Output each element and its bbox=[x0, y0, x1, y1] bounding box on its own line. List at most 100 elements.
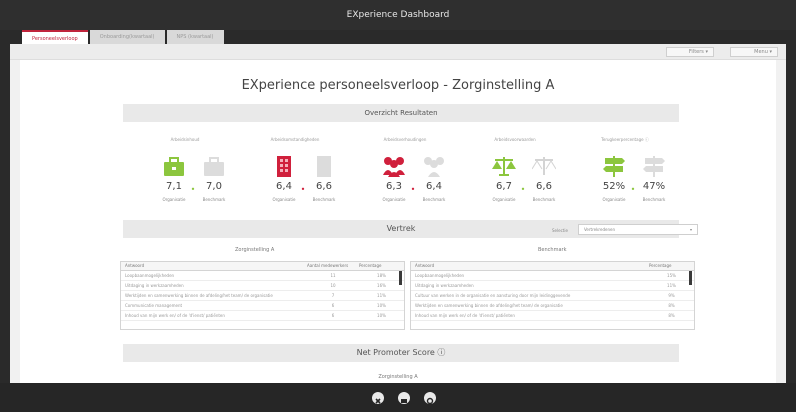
table-cell: 15% bbox=[667, 273, 676, 278]
left-table-title: Zorginstelling A bbox=[235, 247, 275, 253]
table-cell: Loopbaanmogelijkheden bbox=[415, 273, 465, 278]
table-cell: Loopbaanmogelijkheden bbox=[125, 273, 175, 278]
org-caption: Organisatie bbox=[382, 197, 406, 202]
table-row: Inhoud van mijn werk en/ of de 'd'ienst/… bbox=[121, 311, 404, 321]
table-scrollbar[interactable] bbox=[689, 271, 692, 285]
report-topbar: Filters ▾ Menu ▾ bbox=[10, 44, 786, 60]
menu-button[interactable]: Menu ▾ bbox=[730, 47, 778, 57]
kpi-label: Terugkeerpercentage ⓘ bbox=[601, 137, 649, 142]
table-cell: 6 bbox=[331, 313, 335, 318]
table-row: Communicatie management 6 10% bbox=[121, 301, 404, 311]
kpi-terugkeerpercentage: Terugkeerpercentage ⓘ 52% • 47% Organisa… bbox=[570, 137, 680, 212]
table-cell: 6 bbox=[331, 303, 335, 308]
table-scrollbar[interactable] bbox=[399, 271, 402, 285]
table-row: Werktijden en samenwerking binnen de afd… bbox=[411, 301, 694, 311]
right-table: Antwoord Percentage Loopbaanmogelijkhede… bbox=[410, 261, 695, 330]
kpi-label: Arbeidsvoorwaarden bbox=[494, 137, 536, 142]
people-benchmark-icon bbox=[424, 157, 444, 177]
player-footer bbox=[0, 383, 796, 412]
building-benchmark-icon bbox=[317, 156, 331, 177]
column-header: Antwoord bbox=[125, 263, 145, 268]
settings-icon[interactable] bbox=[424, 392, 436, 405]
building-icon bbox=[277, 156, 291, 177]
overview-header: Overzicht Resultaten bbox=[123, 104, 679, 122]
table-row: Inhoud van mijn werk en/ of de 'd'ienst/… bbox=[411, 311, 694, 321]
scales-benchmark-icon bbox=[532, 157, 556, 175]
scales-icon bbox=[492, 157, 516, 176]
kpi-arbeidsverhoudingen: Arbeidsverhoudingen 6,3 • 6,4 Organisati… bbox=[350, 137, 460, 212]
nps-header: Net Promoter Score ⓘ bbox=[123, 344, 679, 362]
vertrek-select-label: Selectie bbox=[552, 228, 568, 233]
table-cell: Cultuur van werken in de organisatie en … bbox=[415, 293, 571, 298]
org-caption: Organisatie bbox=[272, 197, 296, 202]
vertrek-select-value: Vertrekredenen bbox=[584, 227, 615, 232]
table-cell: 7 bbox=[331, 293, 335, 298]
tab-nps[interactable]: NPS (kwartaal) bbox=[166, 30, 224, 44]
table-row: Cultuur van werken in de organisatie en … bbox=[411, 291, 694, 301]
column-header: Percentage bbox=[359, 263, 382, 268]
table-header-row: Antwoord Aantal medewerkers Percentage bbox=[121, 262, 404, 271]
report-page: Filters ▾ Menu ▾ EXperience personeelsve… bbox=[10, 44, 786, 383]
table-cell: Uitdaging in werkzaamheden bbox=[415, 283, 474, 288]
chevron-down-icon: ▾ bbox=[689, 227, 692, 232]
table-row: Werktijden en samenwerking binnen de afd… bbox=[121, 291, 404, 301]
table-cell: Uitdaging in werkzaamheden bbox=[125, 283, 184, 288]
window-titlebar: EXperience Dashboard bbox=[0, 0, 796, 30]
table-row: Loopbaanmogelijkheden 11 18% bbox=[121, 271, 404, 281]
table-cell: Inhoud van mijn werk en/ of de 'd'ienst/… bbox=[415, 313, 515, 318]
close-icon[interactable] bbox=[372, 392, 384, 404]
kpi-arbeidsomstandigheden: Arbeidsomstandigheden 6,4 • 6,6 Organisa… bbox=[240, 137, 350, 212]
table-cell: 9% bbox=[668, 293, 675, 298]
org-caption: Organisatie bbox=[602, 197, 626, 202]
bench-caption: Benchmark bbox=[532, 197, 556, 202]
bench-caption: Benchmark bbox=[312, 197, 336, 202]
table-row: Loopbaanmogelijkheden 15% bbox=[411, 271, 694, 281]
table-cell: Communicatie management bbox=[125, 303, 183, 308]
table-cell: 8% bbox=[668, 303, 675, 308]
briefcase-icon bbox=[164, 157, 184, 176]
fullscreen-icon[interactable] bbox=[398, 392, 410, 404]
kpi-arbeidsvoorwaarden: Arbeidsvoorwaarden 6,7 • 6,6 Organisatie… bbox=[460, 137, 570, 212]
report-tabs: Personeelsverloop Onboarding(kwartaal) N… bbox=[22, 30, 226, 44]
bench-caption: Benchmark bbox=[422, 197, 446, 202]
table-cell: 10% bbox=[377, 313, 386, 318]
table-cell: 11% bbox=[377, 293, 386, 298]
column-header: Percentage bbox=[649, 263, 672, 268]
table-row: Uitdaging in werkzaamheden 10 16% bbox=[121, 281, 404, 291]
window-title: EXperience Dashboard bbox=[346, 10, 450, 20]
bench-value: 7,0 bbox=[206, 181, 222, 192]
kpi-label: Arbeidsverhoudingen bbox=[383, 137, 427, 142]
table-row: Uitdaging in werkzaamheden 11% bbox=[411, 281, 694, 291]
table-cell: 16% bbox=[377, 283, 386, 288]
org-caption: Organisatie bbox=[162, 197, 186, 202]
kpi-label: Arbeidsomstandigheden bbox=[270, 137, 320, 142]
table-header-row: Antwoord Percentage bbox=[411, 262, 694, 271]
signpost-benchmark-icon bbox=[643, 156, 665, 177]
table-cell: Werktijden en samenwerking binnen de afd… bbox=[125, 293, 273, 298]
table-cell: 11 bbox=[330, 273, 336, 278]
table-cell: Inhoud van mijn werk en/ of de 'd'ienst/… bbox=[125, 313, 225, 318]
right-table-title: Benchmark bbox=[538, 247, 567, 253]
kpi-label: Arbeidsinhoud bbox=[170, 137, 200, 142]
table-cell: 11% bbox=[667, 283, 676, 288]
tab-onboarding[interactable]: Onboarding(kwartaal) bbox=[89, 30, 165, 44]
column-header: Antwoord bbox=[415, 263, 435, 268]
bench-caption: Benchmark bbox=[642, 197, 666, 202]
bench-value: 47% bbox=[642, 181, 666, 192]
briefcase-benchmark-icon bbox=[204, 157, 224, 176]
nps-subtitle: Zorginstelling A bbox=[378, 374, 418, 380]
filters-button[interactable]: Filters ▾ bbox=[666, 47, 714, 57]
people-icon bbox=[383, 157, 405, 177]
page-title: EXperience personeelsverloop - Zorginste… bbox=[241, 78, 555, 93]
table-cell: Werktijden en samenwerking binnen de afd… bbox=[415, 303, 563, 308]
kpi-arbeidsinhoud: Arbeidsinhoud 7,1 • 7,0 Organisatie Benc… bbox=[130, 137, 240, 212]
bench-value: 6,6 bbox=[536, 181, 552, 192]
vertrek-select[interactable]: Vertrekredenen ▾ bbox=[578, 224, 698, 235]
table-cell: 10% bbox=[377, 303, 386, 308]
bench-caption: Benchmark bbox=[202, 197, 226, 202]
table-cell: 18% bbox=[377, 273, 386, 278]
left-table: Antwoord Aantal medewerkers Percentage L… bbox=[120, 261, 405, 330]
tab-personeelsverloop[interactable]: Personeelsverloop bbox=[22, 30, 88, 44]
bench-value: 6,4 bbox=[426, 181, 442, 192]
bench-value: 6,6 bbox=[316, 181, 332, 192]
